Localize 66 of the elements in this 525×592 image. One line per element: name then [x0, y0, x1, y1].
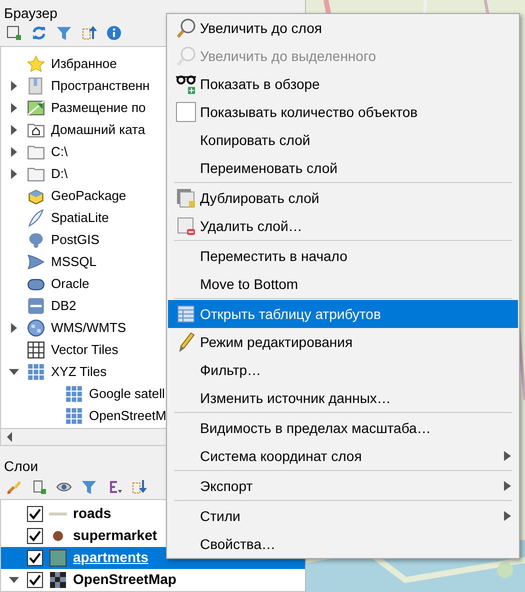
scroll-left-icon[interactable] [5, 430, 15, 443]
expand-arrow-icon[interactable] [9, 146, 19, 157]
menu-item[interactable]: Увеличить до слоя [168, 14, 518, 42]
refresh-icon[interactable] [31, 25, 47, 42]
globe-icon [27, 318, 45, 337]
menu-item[interactable]: Переместить в начало [168, 242, 518, 270]
raster-symbol-icon [49, 570, 67, 589]
expand-arrow-icon[interactable] [9, 124, 19, 135]
menu-item[interactable]: Дублировать слой [168, 184, 518, 212]
remove-icon [176, 216, 196, 236]
menu-item[interactable]: Копировать слой [168, 126, 518, 154]
map-icon [27, 98, 45, 117]
menu-item[interactable]: Изменить источник данных… [168, 384, 518, 412]
document-icon [27, 76, 45, 95]
menu-item[interactable]: Видимость в пределах масштаба… [168, 414, 518, 442]
menu-item[interactable]: Открыть таблицу атрибутов [168, 300, 518, 328]
check-icon [29, 574, 41, 586]
checkbox[interactable] [27, 506, 43, 522]
info-icon[interactable] [106, 25, 122, 42]
expand-all-icon[interactable] [131, 478, 147, 495]
check-icon [29, 508, 41, 520]
collapse-arrow-icon[interactable] [9, 574, 19, 585]
menu-item[interactable]: Показать в обзоре [168, 70, 518, 98]
sail-icon [27, 252, 45, 271]
menu-item[interactable]: Move to Bottom [168, 270, 518, 298]
filter-icon[interactable] [56, 25, 72, 42]
menu-item[interactable]: Удалить слой… [168, 212, 518, 240]
grid-icon [27, 340, 45, 359]
glasses-icon [176, 74, 196, 94]
add-icon[interactable] [6, 25, 22, 42]
database-icon [27, 296, 45, 315]
star-icon [27, 54, 45, 73]
duplicate-icon [176, 188, 196, 208]
expand-arrow-icon[interactable] [9, 80, 19, 91]
collapse-arrow-icon[interactable] [9, 366, 19, 377]
menu-item[interactable]: Система координат слоя [168, 442, 518, 470]
tiles-icon [27, 362, 45, 381]
panel-title: Слои [3, 457, 40, 476]
expand-arrow-icon[interactable] [9, 322, 19, 333]
brush-icon[interactable] [6, 478, 22, 495]
tiles-icon [65, 406, 83, 425]
table-icon [176, 304, 196, 324]
magnifier-icon [176, 18, 196, 38]
checkbox[interactable] [27, 572, 43, 588]
menu-item[interactable]: Режим редактирования [168, 328, 518, 356]
checkbox[interactable] [27, 550, 43, 566]
tiles-icon [65, 384, 83, 403]
layer-item[interactable]: OpenStreetMap [1, 568, 305, 591]
magnifier-icon [176, 46, 196, 66]
checkbox[interactable] [176, 102, 196, 122]
expand-arrow-icon[interactable] [9, 102, 19, 113]
checkbox[interactable] [27, 528, 43, 544]
collapse-icon[interactable] [81, 25, 97, 42]
check-icon [29, 552, 41, 564]
menu-item[interactable]: Экспорт [168, 472, 518, 500]
menu-item[interactable]: Фильтр… [168, 356, 518, 384]
menu-item[interactable]: Переименовать слой [168, 154, 518, 182]
expand-arrow-icon[interactable] [9, 168, 19, 179]
add-group-icon[interactable] [31, 478, 47, 495]
feather-icon [27, 208, 45, 227]
elephant-icon [27, 230, 45, 249]
check-icon [29, 530, 41, 542]
menu-item[interactable]: Стили [168, 502, 518, 530]
menu-item[interactable]: Показывать количество объектов [168, 98, 518, 126]
panel-title: Браузер [3, 4, 58, 22]
filter-icon[interactable] [81, 478, 97, 495]
